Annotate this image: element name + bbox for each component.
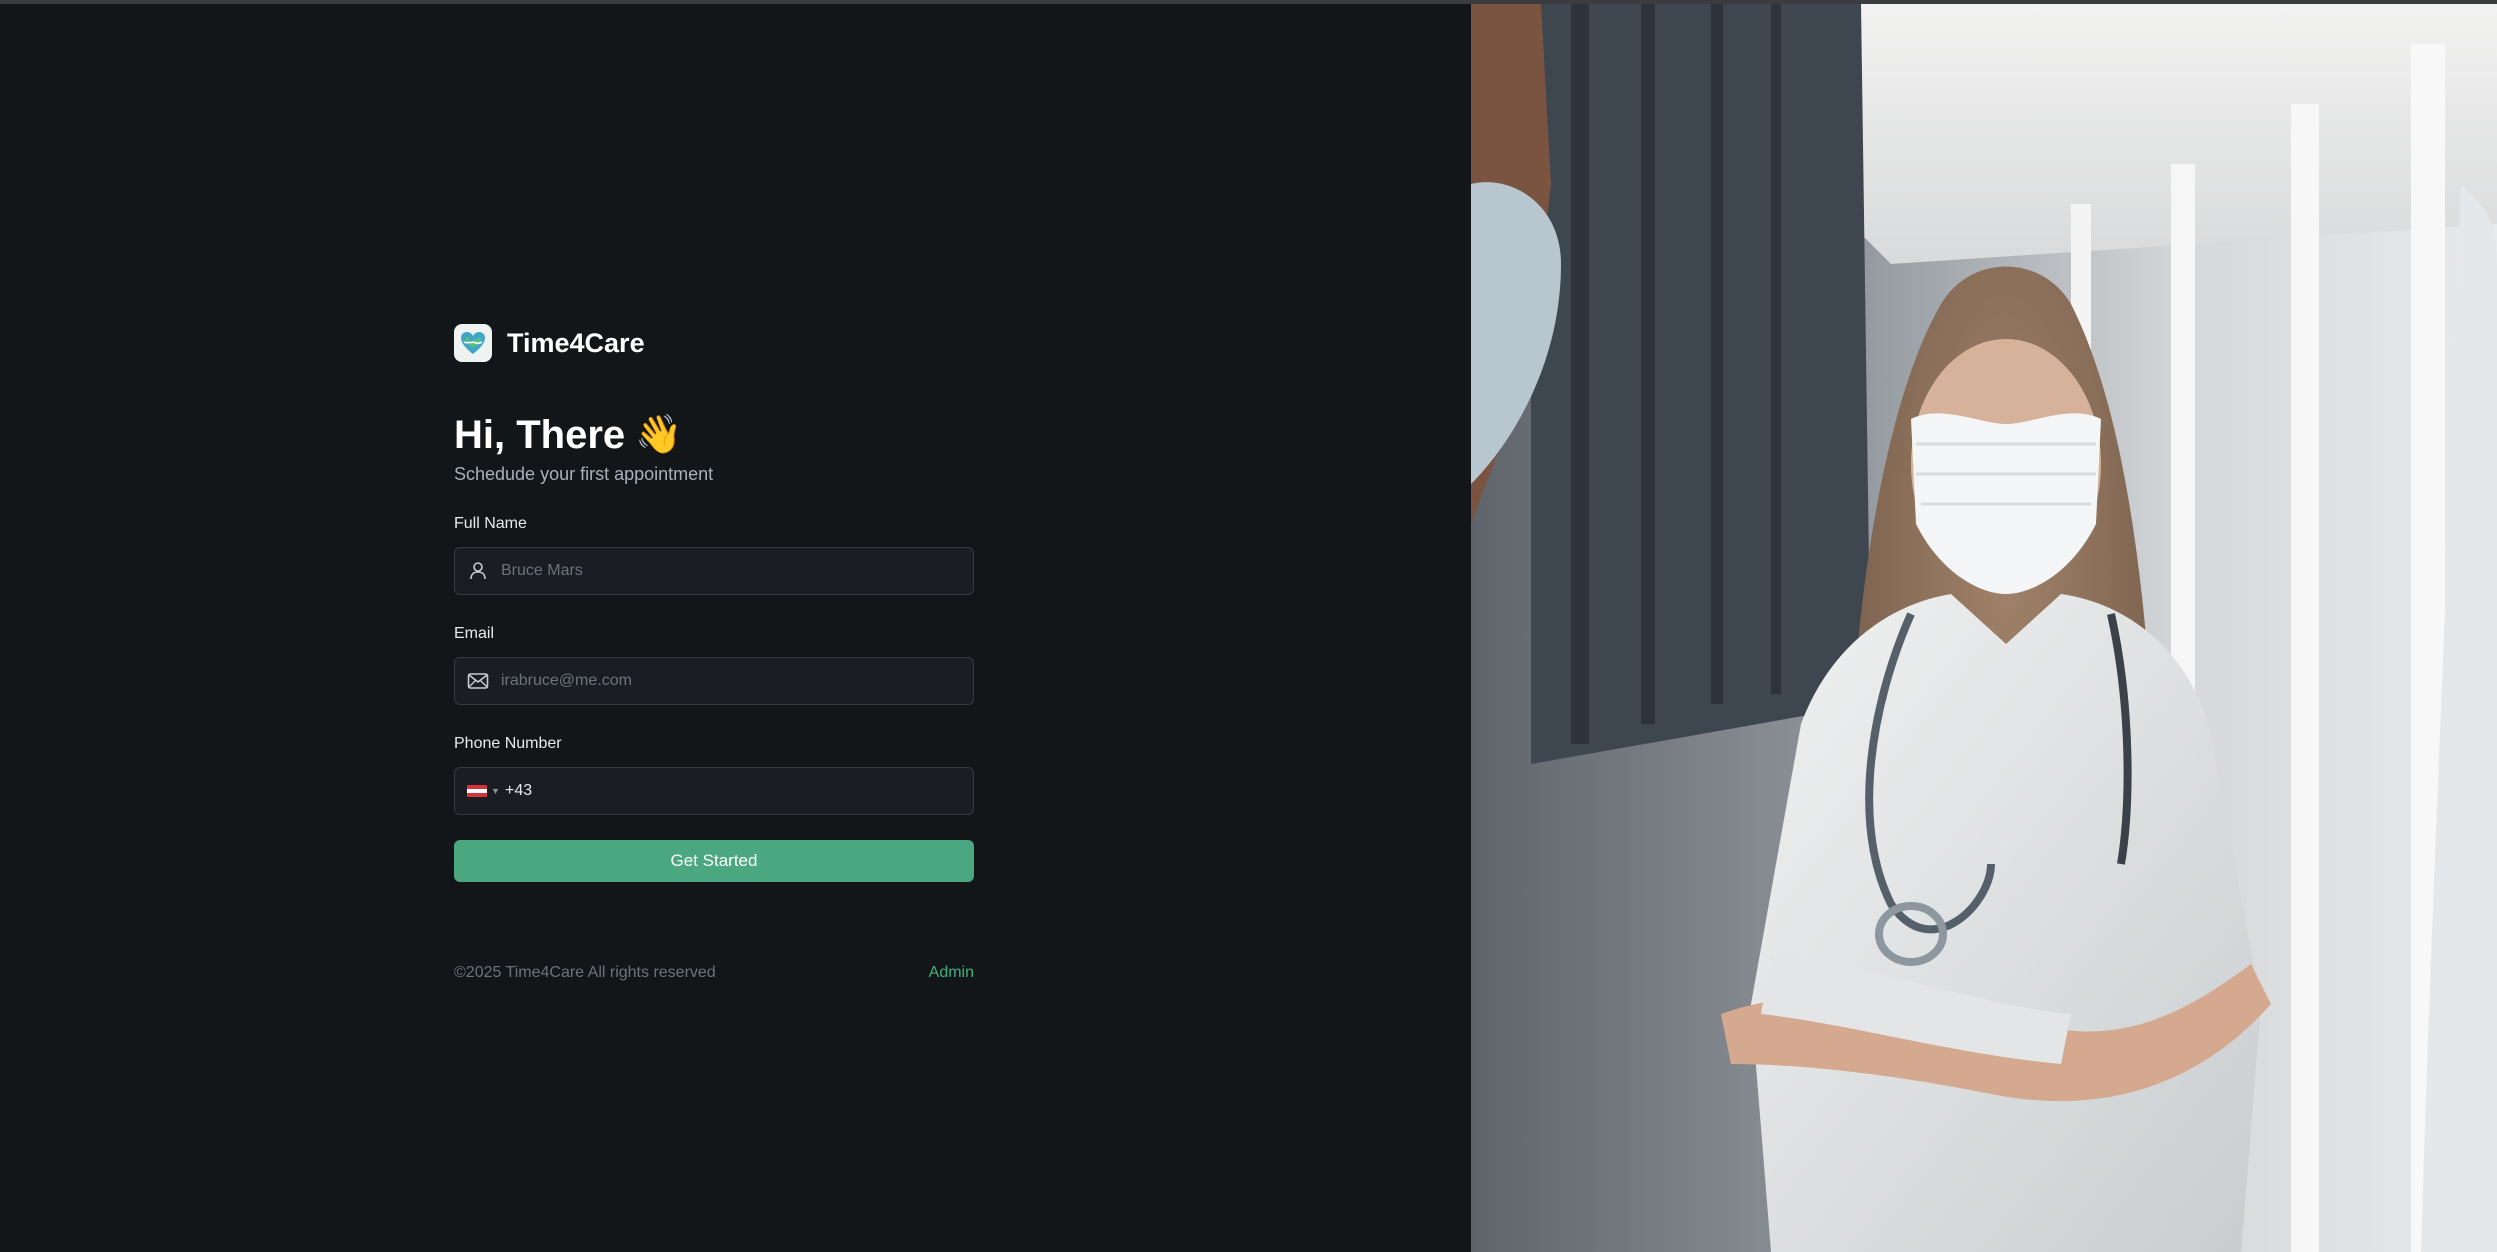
phone-input[interactable]: [505, 768, 973, 814]
email-label: Email: [454, 625, 495, 642]
austria-flag-icon: [467, 784, 487, 798]
form-panel: Time4Care Hi, There 👋 Schedude your firs…: [0, 4, 1470, 1252]
page-subtitle: Schedude your first appointment: [454, 464, 714, 484]
heart-globe-icon: [454, 324, 492, 362]
brand-name: Time4Care: [507, 327, 645, 358]
footer: ©2025 Time4Care All rights reserved Admi…: [454, 964, 974, 982]
hero-image: [1471, 4, 2497, 1252]
phone-label: Phone Number: [454, 735, 562, 752]
user-icon: [455, 561, 501, 581]
full-name-field[interactable]: [454, 547, 974, 595]
email-input[interactable]: [501, 658, 973, 704]
full-name-label: Full Name: [454, 515, 527, 532]
copyright-text: ©2025 Time4Care All rights reserved: [454, 964, 716, 981]
waving-hand-icon: 👋: [635, 414, 683, 456]
get-started-button[interactable]: Get Started: [454, 840, 974, 882]
page-title: Hi, There 👋: [454, 410, 974, 460]
chevron-down-icon: ▼: [491, 786, 500, 796]
email-field[interactable]: [454, 657, 974, 705]
full-name-input[interactable]: [501, 548, 973, 594]
admin-link[interactable]: Admin: [929, 964, 974, 982]
phone-field[interactable]: ▼: [454, 767, 974, 815]
brand: Time4Care: [454, 320, 974, 366]
greeting-title: Hi, There: [454, 412, 626, 457]
mail-icon: [455, 672, 501, 690]
signup-form: Time4Care Hi, There 👋 Schedude your firs…: [454, 320, 974, 982]
country-selector[interactable]: ▼: [467, 784, 505, 798]
